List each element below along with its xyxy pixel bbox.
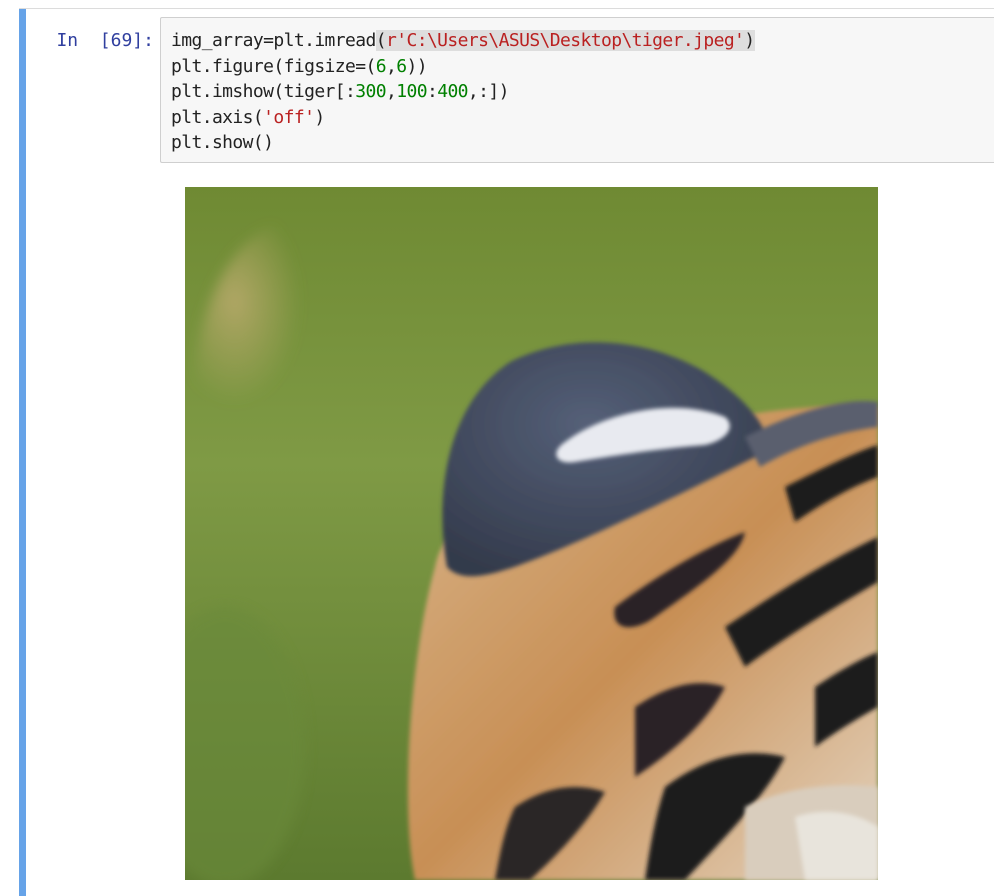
code-token: img_array=plt.imread [171, 30, 376, 51]
code-token: 6 [375, 55, 387, 77]
code-token: ) [314, 106, 325, 128]
cell-top-border [19, 8, 994, 9]
code-token: r'C:\Users\ASUS\Desktop\tiger.jpeg' [386, 30, 745, 51]
code-token: 'off' [263, 106, 315, 128]
code-editor[interactable]: img_array=plt.imread(r'C:\Users\ASUS\Des… [171, 28, 755, 156]
code-token: ( [375, 30, 387, 51]
code-token: plt.show() [171, 132, 274, 153]
code-token: plt.imshow(tiger[: [171, 81, 356, 102]
code-token: 300 [355, 81, 386, 102]
code-token: )) [406, 55, 428, 77]
code-token: plt.figure(figsize=( [171, 55, 376, 77]
code-line[interactable]: plt.figure(figsize=(6,6)) [171, 54, 755, 80]
code-token: ,:]) [467, 81, 510, 102]
code-input-area[interactable]: img_array=plt.imread(r'C:\Users\ASUS\Des… [160, 17, 994, 163]
code-line[interactable]: plt.axis('off') [171, 105, 755, 131]
output-image [185, 187, 878, 880]
cell-selection-bar[interactable] [19, 9, 26, 896]
tiger-ear-image [185, 187, 878, 880]
code-token: plt.axis( [171, 106, 264, 128]
input-prompt: In [69]: [56, 30, 154, 51]
code-token: , [386, 55, 397, 77]
code-line[interactable]: plt.imshow(tiger[:300,100:400,:]) [171, 79, 755, 105]
code-token: , [385, 81, 397, 102]
code-token: ) [744, 30, 755, 51]
code-token: 6 [396, 55, 407, 77]
code-token: 400 [437, 81, 468, 102]
code-token: 100 [396, 81, 427, 102]
code-line[interactable]: plt.show() [171, 130, 755, 156]
code-line[interactable]: img_array=plt.imread(r'C:\Users\ASUS\Des… [171, 28, 755, 54]
code-token: : [426, 81, 438, 102]
